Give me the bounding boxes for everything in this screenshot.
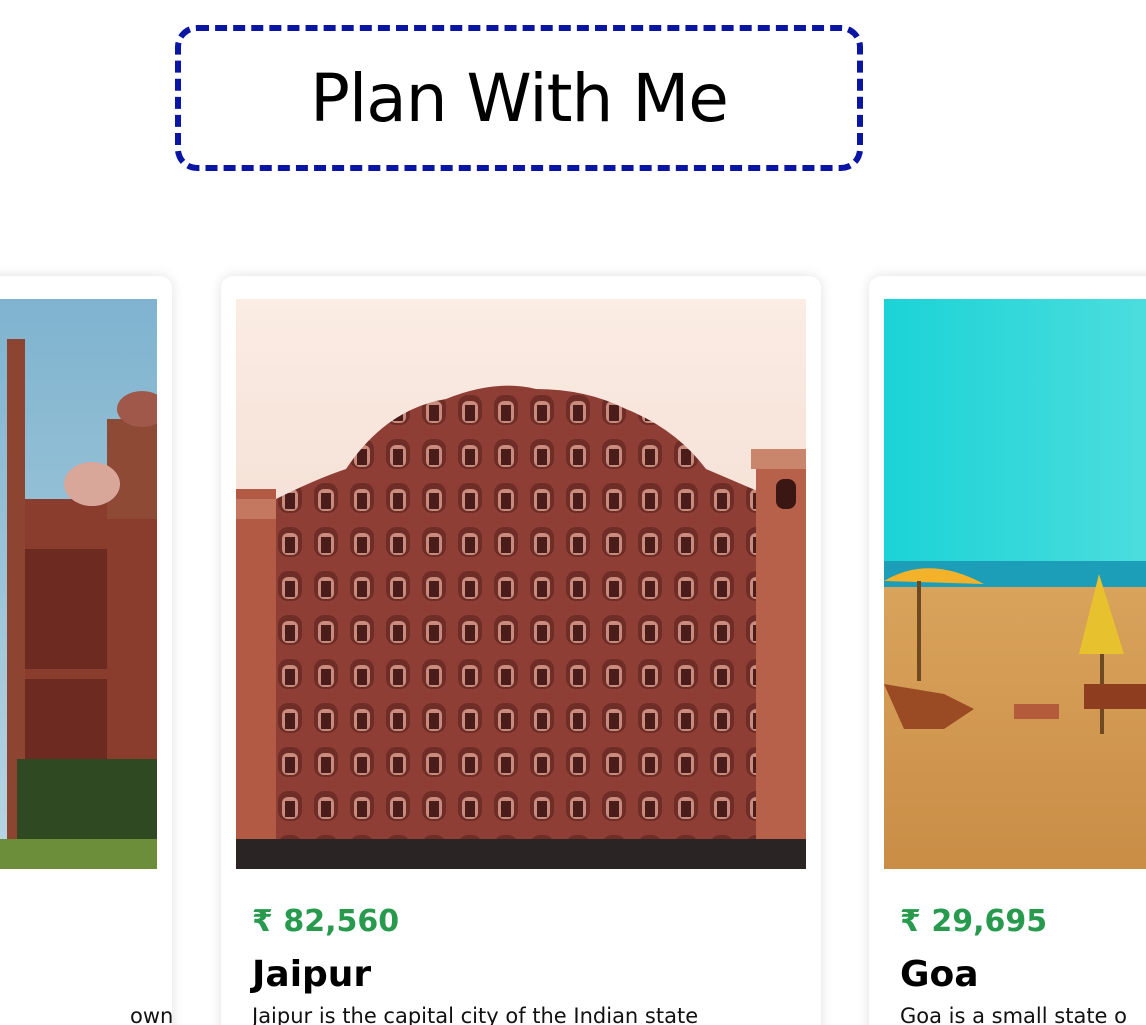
tour-image-goa-beach <box>884 299 1146 869</box>
tour-description: Goa is a small state o <box>900 1004 1127 1025</box>
tour-price: ₹ 29,695 <box>900 904 1048 939</box>
tour-card-goa[interactable]: ₹ 29,695 Goa Goa is a small state o <box>869 276 1146 1025</box>
tour-price: ₹ 82,560 <box>252 904 400 939</box>
page: Plan With Me own ₹ 82,560 Jaipur Jaipur … <box>0 0 1146 1025</box>
tour-card-jaipur[interactable]: ₹ 82,560 Jaipur Jaipur is the capital ci… <box>221 276 821 1025</box>
tour-image-taj-mahal <box>0 299 157 869</box>
page-title: Plan With Me <box>310 59 729 137</box>
tour-name: Goa <box>900 954 979 995</box>
tour-description: own for the <box>130 1004 172 1025</box>
page-title-box: Plan With Me <box>175 25 863 171</box>
tour-image-hawa-mahal <box>236 299 806 869</box>
tour-card-left[interactable]: own for the <box>0 276 172 1025</box>
tour-name: Jaipur <box>252 954 372 995</box>
tour-description: Jaipur is the capital city of the Indian… <box>252 1004 699 1025</box>
